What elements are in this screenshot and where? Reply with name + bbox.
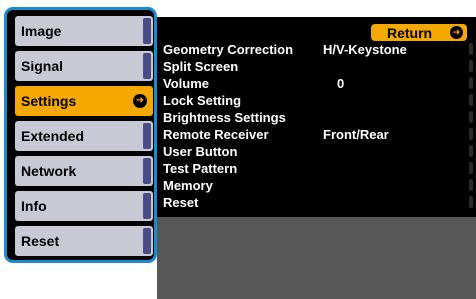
return-button-label: Return bbox=[387, 24, 433, 41]
enter-icon: ➜ bbox=[450, 26, 463, 39]
setting-name: Memory bbox=[163, 178, 213, 193]
menu-item-reset[interactable]: Reset bbox=[15, 226, 153, 256]
menu-item-extended[interactable]: Extended bbox=[15, 121, 153, 151]
settings-list: Geometry Correction H/V-Keystone Split S… bbox=[163, 41, 473, 211]
menu-item-network[interactable]: Network bbox=[15, 156, 153, 186]
settings-panel-content: Return ➜ Geometry Correction H/V-Keyston… bbox=[157, 17, 476, 217]
setting-value: H/V-Keystone bbox=[323, 42, 407, 57]
row-mark bbox=[469, 60, 473, 72]
setting-name: Brightness Settings bbox=[163, 110, 286, 125]
main-menu-panel: Image Signal Settings ➜ Extended Network… bbox=[4, 7, 157, 263]
setting-name: User Button bbox=[163, 144, 238, 159]
menu-item-label: Signal bbox=[21, 58, 64, 74]
menu-item-settings[interactable]: Settings ➜ bbox=[15, 86, 153, 116]
settings-panel: Return ➜ Geometry Correction H/V-Keyston… bbox=[157, 17, 476, 299]
row-mark bbox=[469, 162, 473, 174]
setting-row-brightness-settings[interactable]: Brightness Settings bbox=[163, 109, 473, 126]
menu-item-signal[interactable]: Signal bbox=[15, 51, 153, 81]
setting-row-user-button[interactable]: User Button bbox=[163, 143, 473, 160]
setting-value: Front/Rear bbox=[323, 127, 389, 142]
menu-item-label: Settings bbox=[21, 93, 77, 109]
row-mark bbox=[469, 94, 473, 106]
row-mark bbox=[469, 145, 473, 157]
main-menu-list: Image Signal Settings ➜ Extended Network… bbox=[15, 16, 153, 261]
row-mark bbox=[469, 111, 473, 123]
menu-item-info[interactable]: Info bbox=[15, 191, 153, 221]
row-mark bbox=[469, 43, 473, 55]
setting-row-test-pattern[interactable]: Test Pattern bbox=[163, 160, 473, 177]
row-mark bbox=[469, 77, 473, 89]
row-mark bbox=[469, 179, 473, 191]
setting-row-geometry-correction[interactable]: Geometry Correction H/V-Keystone bbox=[163, 41, 473, 58]
enter-icon: ➜ bbox=[133, 94, 147, 108]
menu-item-label: Info bbox=[21, 198, 47, 214]
setting-row-volume[interactable]: Volume 0 bbox=[163, 75, 473, 92]
setting-name: Remote Receiver bbox=[163, 127, 269, 142]
setting-name: Lock Setting bbox=[163, 93, 242, 108]
setting-name: Reset bbox=[163, 195, 199, 210]
projector-menu-screen: Image Signal Settings ➜ Extended Network… bbox=[0, 0, 476, 299]
menu-item-image[interactable]: Image bbox=[15, 16, 153, 46]
menu-item-label: Network bbox=[21, 163, 77, 179]
return-button[interactable]: Return ➜ bbox=[371, 24, 467, 41]
setting-row-lock-setting[interactable]: Lock Setting bbox=[163, 92, 473, 109]
menu-item-label: Extended bbox=[21, 128, 85, 144]
setting-row-memory[interactable]: Memory bbox=[163, 177, 473, 194]
row-mark bbox=[469, 196, 473, 208]
setting-name: Test Pattern bbox=[163, 161, 238, 176]
setting-name: Geometry Correction bbox=[163, 42, 294, 57]
setting-row-remote-receiver[interactable]: Remote Receiver Front/Rear bbox=[163, 126, 473, 143]
setting-row-reset[interactable]: Reset bbox=[163, 194, 473, 211]
setting-row-split-screen[interactable]: Split Screen bbox=[163, 58, 473, 75]
menu-item-label: Image bbox=[21, 23, 62, 39]
setting-name: Split Screen bbox=[163, 59, 239, 74]
menu-item-label: Reset bbox=[21, 233, 60, 249]
row-mark bbox=[469, 128, 473, 140]
setting-name: Volume bbox=[163, 76, 209, 91]
setting-value: 0 bbox=[337, 76, 345, 91]
